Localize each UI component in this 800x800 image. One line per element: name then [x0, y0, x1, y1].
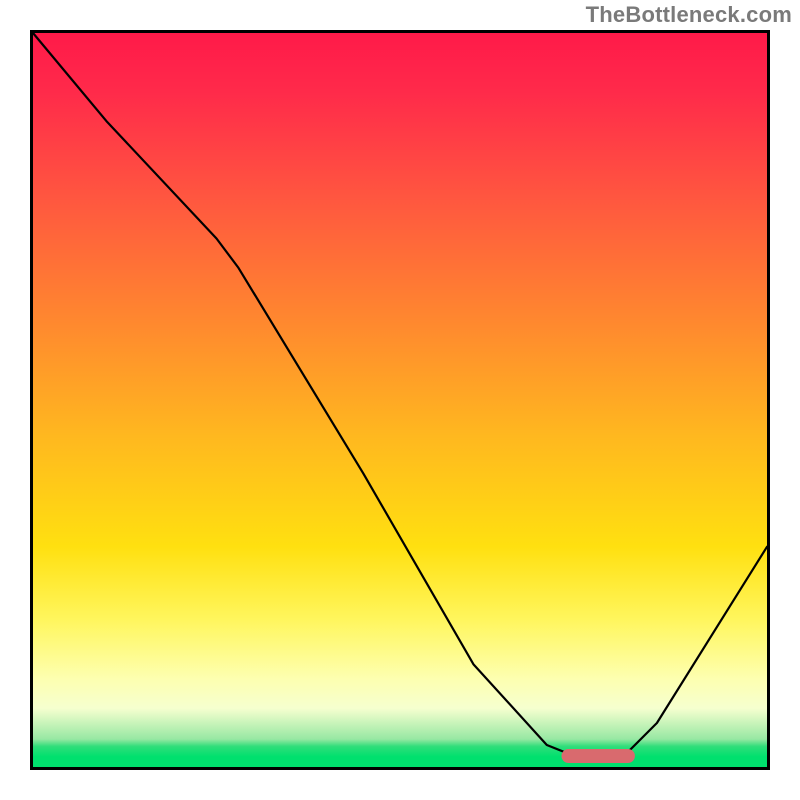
bottleneck-curve — [33, 33, 767, 760]
curve-overlay — [33, 33, 767, 767]
plot-area — [30, 30, 770, 770]
chart-container: TheBottleneck.com — [0, 0, 800, 800]
watermark-text: TheBottleneck.com — [586, 2, 792, 28]
optimum-marker — [562, 749, 635, 763]
